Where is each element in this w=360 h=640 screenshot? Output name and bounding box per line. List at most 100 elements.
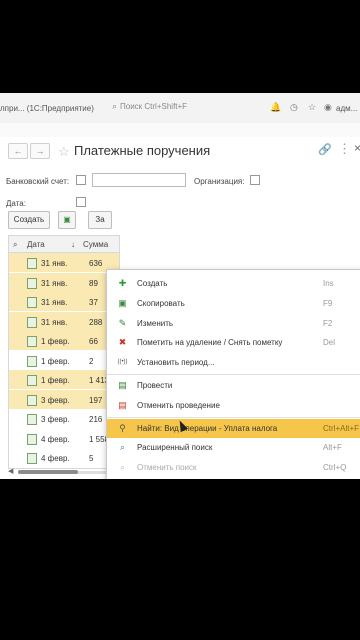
app-title: лпри... (1С:Предприятие) [0,104,94,113]
form-toolbar: Создать ▣ За [0,211,360,231]
document-icon [27,355,37,367]
horizontal-scrollbar[interactable]: ◀ [8,467,118,475]
more-icon[interactable]: ⋮ [338,141,351,157]
menu-item-shortcut: F2 [323,318,333,328]
document-icon [27,336,37,347]
post-icon: ▤ [118,380,127,390]
menu-item-shortcut: Alt+F [323,443,342,453]
menu-item-label: Пометить на удаление / Снять пометку [137,338,283,348]
sort-down-icon: ↓ [71,240,75,249]
bank-account-field[interactable] [92,173,186,187]
menu-item-shortcut: Ctrl+Alt+F [323,423,360,433]
row-date: 1 февр. [41,356,70,366]
scroll-thumb[interactable] [18,470,78,474]
row-sum: 216 [89,415,103,424]
copy-doc-icon: ▣ [63,215,71,224]
menu-item[interactable]: ▣ Скопировать F9 [107,294,360,313]
history-icon[interactable]: ◷ [290,102,298,113]
attachment-icon: ⌕ [13,240,18,249]
row-date: 3 февр. [41,395,70,405]
menu-item-label: Изменить [137,318,174,328]
row-sum: 37 [89,298,98,307]
table-row[interactable]: 31 янв. 288 [9,311,119,331]
edit-icon: ✎ [118,317,127,328]
title-bar: лпри... (1С:Предприятие) ⌕ Поиск Ctrl+Sh… [0,93,360,124]
menu-item[interactable]: ▤ Провести [107,376,360,395]
global-search-input[interactable]: ⌕ Поиск Ctrl+Shift+F [112,101,262,114]
bank-account-label: Банковский счет: [6,177,70,186]
table-row[interactable]: 1 февр. 2 [9,351,119,370]
column-header-date[interactable]: Дата [27,240,45,249]
table-header: ⌕ Дата ↓ Сумма [9,236,119,253]
row-sum: 636 [89,259,103,268]
row-sum: 89 [89,278,98,288]
table-row[interactable]: 31 янв. 89 [9,272,119,292]
row-sum: 2 [89,356,94,366]
documents-table: ⌕ Дата ↓ Сумма 31 янв. 636 31 янв. 89 31 янв… [8,235,120,469]
menu-item[interactable]: ⚲ Найти: Вид операции - Уплата налога Ctrl… [107,418,360,438]
menu-divider [107,374,360,375]
menu-item-label: Установить период... [137,358,215,368]
date-label: Дата: [6,199,26,208]
menu-item[interactable]: 🔗Получить ссылку... [107,478,360,479]
table-row[interactable]: 3 февр. 197 [9,389,119,409]
date-checkbox[interactable] [76,197,86,207]
document-icon [27,433,37,445]
menu-item[interactable]: ▤ Отменить проведение [107,396,360,415]
create-button[interactable]: Создать [8,211,50,229]
organization-checkbox[interactable] [250,175,260,185]
table-row[interactable]: 1 февр. 1 413 [9,370,119,389]
column-header-sum[interactable]: Сумма [83,240,108,249]
link-icon[interactable]: 🔗 [318,143,332,156]
menu-item[interactable]: ✎ Изменить F2 [107,314,360,333]
row-date: 31 янв. [41,259,68,268]
favorites-icon[interactable]: ☆ [308,102,316,113]
bell-icon[interactable]: 🔔 [270,102,281,113]
menu-item[interactable]: ✚ Создать Ins [107,274,360,293]
row-date: 31 янв. [41,317,68,327]
forward-button[interactable]: → [30,143,50,159]
table-row[interactable]: 4 февр. 5 [9,448,119,467]
back-button[interactable]: ← [8,143,28,159]
page-title: Платежные поручения [74,143,211,158]
arrow-left-icon: ← [13,146,23,156]
table-row[interactable]: 1 февр. 66 [9,331,119,350]
menu-divider [107,416,360,418]
search-icon: ⌕ [119,442,126,453]
filter-panel: Банковский счет: Организация: Дата: [0,167,360,217]
document-icon [27,453,37,464]
row-date: 1 февр. [41,337,70,346]
organization-label: Организация: [194,177,245,186]
bank-account-checkbox[interactable] [76,175,86,185]
menu-item[interactable]: ✖ Пометить на удаление / Снять пометку Del [107,333,360,352]
menu-item[interactable]: ⌕ Расширенный поиск Alt+F [107,438,360,457]
document-icon [27,394,37,406]
cancel-search-icon: ⌕ [119,462,126,473]
find-icon: ⚲ [119,422,126,433]
row-sum: 5 [89,454,94,463]
menu-item-label: Отменить проведение [137,400,220,410]
menu-item-label: Найти: Вид операции - Уплата налога [137,423,278,433]
close-icon[interactable]: × [354,141,360,155]
row-date: 4 февр. [41,434,70,444]
user-name[interactable]: адм... [336,104,357,113]
document-icon [27,258,37,269]
copy-button[interactable]: ▣ [58,211,76,229]
document-icon [27,316,37,328]
row-date: 4 февр. [41,454,70,463]
search-icon: ⌕ [112,101,118,111]
scroll-left-icon[interactable]: ◀ [8,467,13,475]
menu-item[interactable]: ((•)) Установить период... [107,353,360,372]
partial-button[interactable]: За [88,211,112,229]
row-sum: 66 [89,337,98,346]
user-icon[interactable]: ◉ [324,102,332,113]
document-icon [27,277,37,289]
table-row[interactable]: 4 февр. 1 558 [9,429,119,448]
star-icon[interactable]: ☆ [58,144,70,160]
unpost-icon: ▤ [118,399,127,410]
table-row[interactable]: 31 янв. 636 [9,253,119,272]
table-row[interactable]: 31 янв. 37 [9,292,119,311]
app-window: лпри... (1С:Предприятие) ⌕ Поиск Ctrl+Sh… [0,93,360,479]
table-row[interactable]: 3 февр. 216 [9,409,119,428]
menu-item-shortcut: F9 [323,298,333,308]
